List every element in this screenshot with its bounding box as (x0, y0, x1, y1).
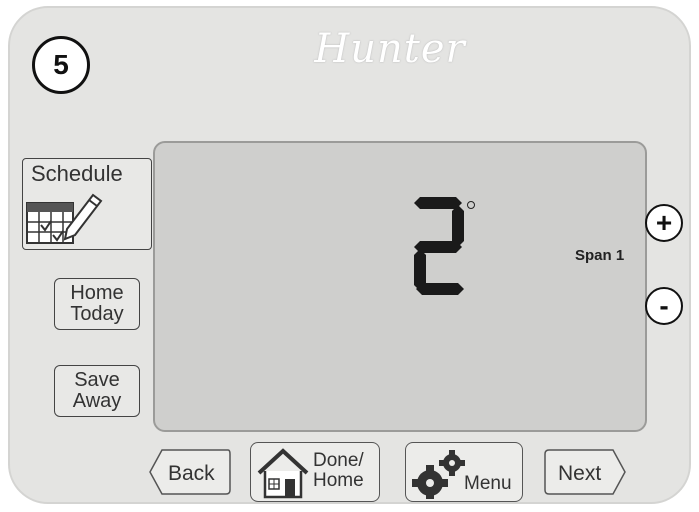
house-icon (257, 448, 309, 499)
menu-button[interactable]: Menu (405, 442, 523, 502)
decrease-button[interactable]: - (645, 287, 683, 325)
menu-label: Menu (464, 473, 512, 494)
step-number-badge: 5 (32, 36, 90, 94)
home-today-button[interactable]: Home Today (54, 278, 140, 330)
done-home-label-line1: Done/ (313, 450, 364, 471)
lcd-display: 2 Span 1 (153, 141, 647, 432)
seven-segment-digit: 2 (414, 197, 464, 295)
save-away-label-line1: Save (74, 369, 120, 391)
span-mode-label: Span 1 (575, 247, 625, 264)
degree-symbol (467, 201, 475, 209)
thermostat-device: 5 Hunter Schedule Home Today Save Away 2 (8, 6, 691, 504)
next-label: Next (558, 462, 602, 485)
gear-icon (412, 450, 465, 499)
home-today-label-line1: Home (70, 282, 124, 304)
done-home-button[interactable]: Done/ Home (250, 442, 380, 502)
save-away-label-line2: Away (72, 390, 122, 412)
done-home-label-line2: Home (313, 470, 364, 491)
schedule-button[interactable]: Schedule (22, 158, 152, 250)
save-away-button[interactable]: Save Away (54, 365, 140, 417)
brand-logo: Hunter (314, 26, 466, 72)
increase-button[interactable]: + (645, 204, 683, 242)
schedule-label: Schedule (31, 161, 123, 186)
home-today-label-line2: Today (70, 303, 124, 325)
back-label: Back (168, 462, 215, 485)
calendar-pencil-icon (26, 193, 103, 244)
